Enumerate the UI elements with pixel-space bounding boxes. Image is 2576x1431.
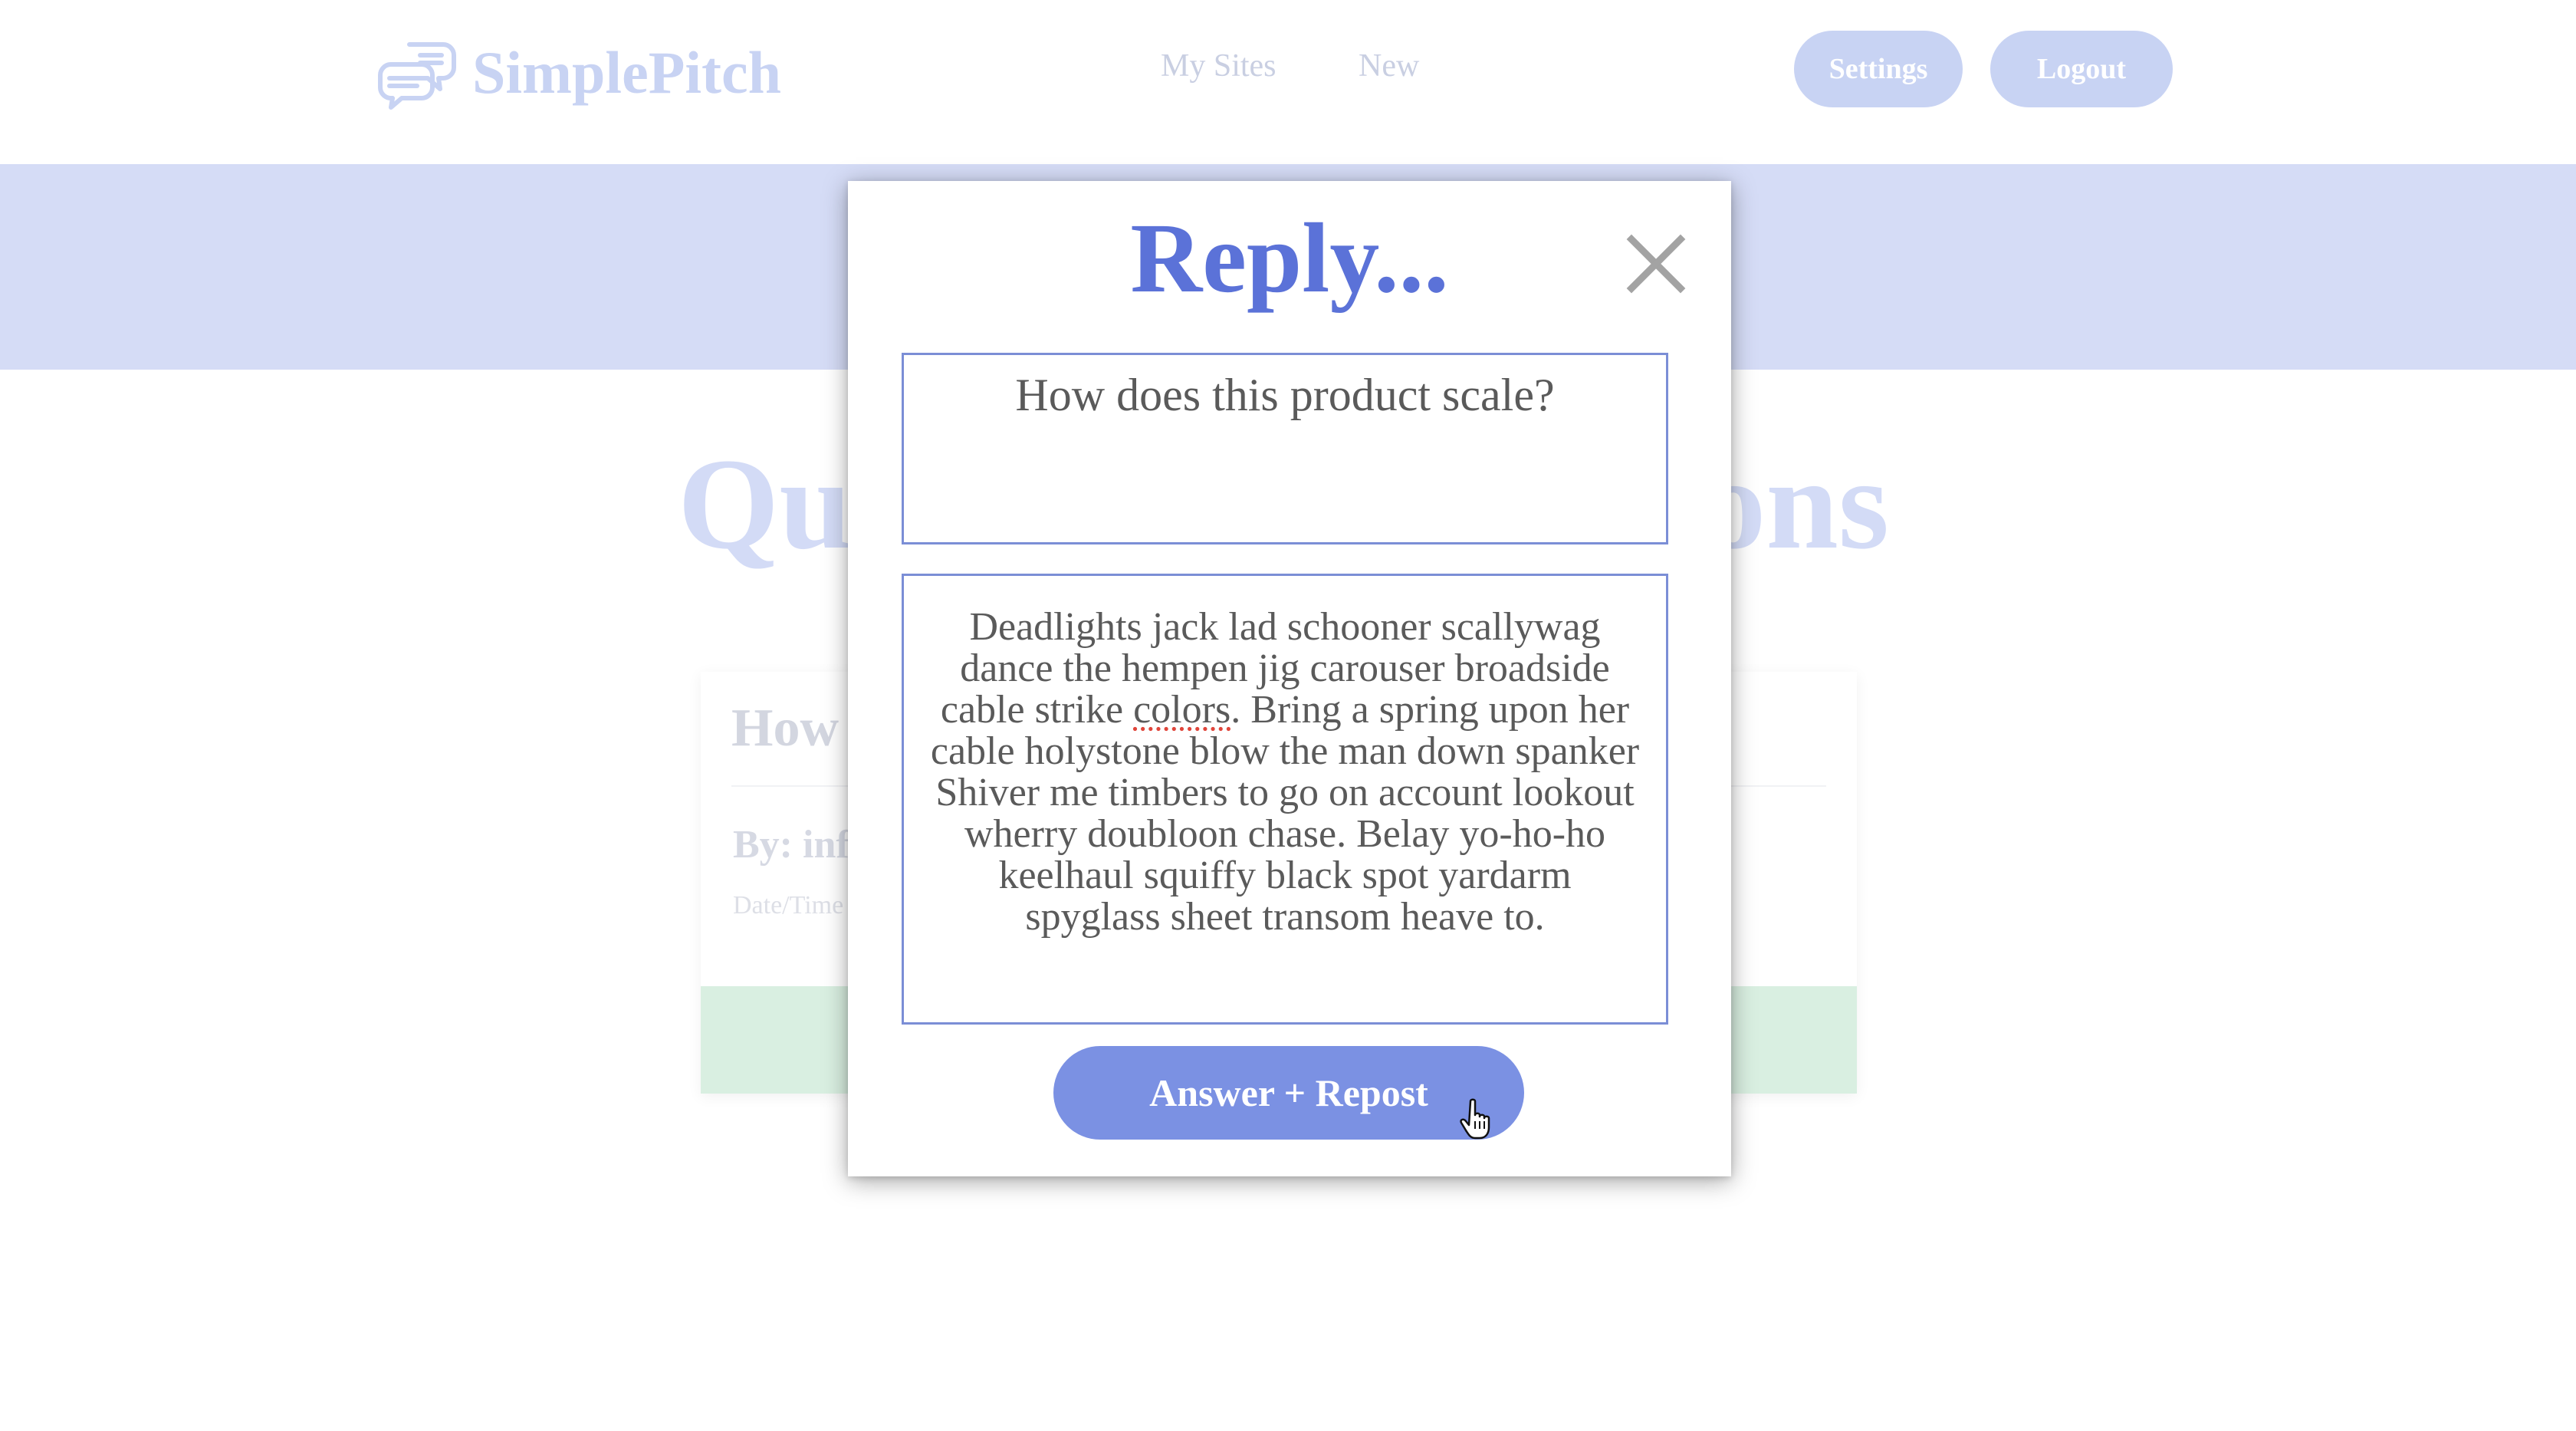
question-card-title: How [731, 699, 839, 758]
close-button[interactable] [1621, 229, 1691, 299]
question-card-author: By: inf [733, 823, 849, 867]
top-header: SimplePitch My Sites New Settings Logout [0, 0, 2576, 164]
misspelled-word: colors [1133, 688, 1231, 732]
modal-title: Reply... [1130, 203, 1449, 314]
close-icon [1626, 234, 1686, 294]
page-title-left: Qu [678, 432, 852, 576]
reply-modal: Reply... How does this product scale? De… [848, 181, 1731, 1176]
logout-button[interactable]: Logout [1990, 31, 2173, 107]
nav-new[interactable]: New [1359, 48, 1419, 84]
question-field[interactable]: How does this product scale? [902, 353, 1668, 544]
chat-bubbles-icon [378, 42, 456, 110]
brand-logo[interactable]: SimplePitch [374, 31, 781, 115]
brand-name: SimplePitch [472, 39, 781, 106]
question-card-date: Date/Time [733, 891, 844, 919]
nav-my-sites[interactable]: My Sites [1161, 48, 1276, 84]
answer-textarea[interactable]: Deadlights jack lad schooner scallywag d… [902, 574, 1668, 1025]
settings-button[interactable]: Settings [1794, 31, 1963, 107]
answer-repost-button[interactable]: Answer + Repost [1053, 1046, 1524, 1140]
